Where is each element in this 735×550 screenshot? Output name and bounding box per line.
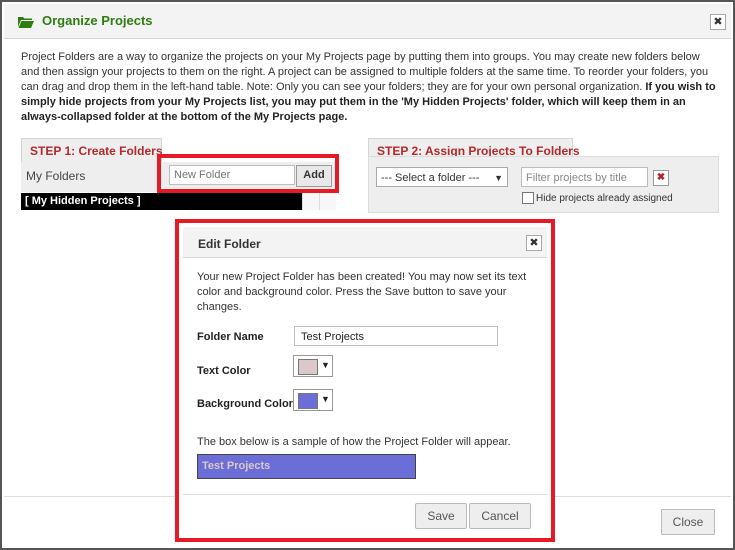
hide-assigned-checkbox[interactable] xyxy=(522,192,534,204)
folder-edit-cell[interactable] xyxy=(302,193,319,210)
text-color-label: Text Color xyxy=(197,365,251,377)
folder-name-label: Folder Name xyxy=(197,331,264,343)
cancel-button[interactable]: Cancel xyxy=(469,503,531,529)
folder-delete-cell[interactable] xyxy=(319,193,336,210)
step2-panel: --- Select a folder --- ▼ Filter project… xyxy=(368,156,719,213)
text-color-picker[interactable]: ▼ xyxy=(293,355,333,377)
intro-text: Project Folders are a way to organize th… xyxy=(21,50,717,125)
chevron-down-icon: ▼ xyxy=(321,360,330,370)
edit-folder-dialog: Edit Folder ✖ Your new Project Folder ha… xyxy=(175,219,555,542)
folder-name-input[interactable]: Test Projects xyxy=(294,326,498,346)
clear-filter-icon[interactable]: ✖ xyxy=(653,170,669,186)
edit-close-icon[interactable]: ✖ xyxy=(526,235,542,251)
sample-note: The box below is a sample of how the Pro… xyxy=(197,436,511,448)
edit-footer-divider xyxy=(183,494,547,495)
close-icon[interactable]: ✖ xyxy=(710,14,726,30)
step1-tab: STEP 1: Create Folders xyxy=(21,138,163,163)
my-folders-label: My Folders xyxy=(26,169,86,183)
hide-assigned-label: Hide projects already assigned xyxy=(536,193,673,204)
folder-sample-preview: Test Projects xyxy=(197,454,416,479)
step1-tab-label: STEP 1: Create Folders xyxy=(30,144,163,158)
folder-open-icon xyxy=(18,17,34,28)
edit-folder-title: Edit Folder xyxy=(198,237,261,251)
hidden-projects-folder-row[interactable]: [ My Hidden Projects ] xyxy=(21,193,302,210)
chevron-down-icon: ▼ xyxy=(494,173,503,183)
chevron-down-icon: ▼ xyxy=(321,394,330,404)
folder-select-value: --- Select a folder --- xyxy=(381,172,480,184)
background-color-swatch xyxy=(298,393,318,409)
edit-folder-message: Your new Project Folder has been created… xyxy=(197,271,527,313)
organize-projects-dialog: Organize Projects ✖ Project Folders are … xyxy=(0,0,735,550)
filter-projects-input[interactable]: Filter projects by title xyxy=(521,167,648,187)
background-color-label: Background Color xyxy=(197,398,293,410)
close-button[interactable]: Close xyxy=(661,509,715,535)
save-button[interactable]: Save xyxy=(415,503,467,529)
new-folder-highlight xyxy=(157,154,339,193)
folder-select[interactable]: --- Select a folder --- ▼ xyxy=(376,167,508,187)
edit-folder-header: Edit Folder ✖ xyxy=(183,227,547,258)
text-color-swatch xyxy=(298,359,318,375)
dialog-title: Organize Projects xyxy=(42,13,153,28)
dialog-titlebar: Organize Projects ✖ xyxy=(4,4,731,39)
background-color-picker[interactable]: ▼ xyxy=(293,389,333,411)
hidden-projects-folder-label: [ My Hidden Projects ] xyxy=(25,195,141,207)
intro-normal: Project Folders are a way to organize th… xyxy=(21,51,709,93)
